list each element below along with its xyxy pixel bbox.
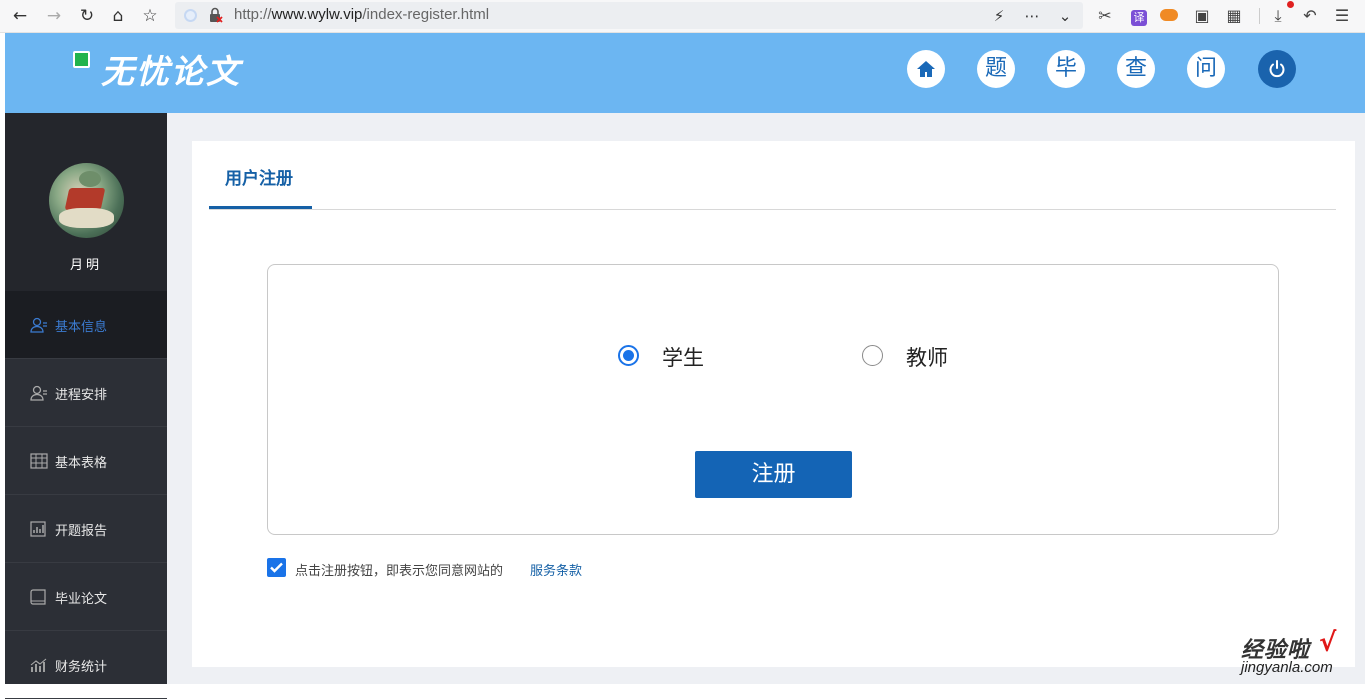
graduation-nav-button[interactable]: 毕 [1047,50,1085,88]
home-page-icon[interactable]: ⌂ [106,4,130,28]
menu-icon[interactable]: ☰ [1330,4,1354,28]
register-button[interactable]: 注册 [695,451,852,498]
topic-nav-button[interactable]: 题 [977,50,1015,88]
logo-icon [73,51,90,68]
reload-icon[interactable]: ↻ [75,4,99,28]
book-icon [30,589,46,605]
sidebar-item-basic-info[interactable]: 基本信息 [5,291,167,359]
forward-icon[interactable]: → [42,4,66,28]
notification-dot [1287,1,1294,8]
logout-button[interactable] [1258,50,1296,88]
sidebar: 月明 基本信息 进程安排 基本表格 开题报告 毕业论文 财务统计 [5,113,167,699]
terms-of-service-link[interactable]: 服务条款 [530,560,582,579]
teacher-radio-label[interactable]: 教师 [906,342,948,372]
toolbar-divider [1259,8,1260,24]
download-icon[interactable]: ⤓ [1266,4,1290,28]
chevron-down-icon[interactable]: ⌄ [1054,5,1076,27]
sidebar-item-label: 开题报告 [55,524,108,539]
check-nav-button[interactable]: 查 [1117,50,1155,88]
table-icon [30,453,48,469]
sidebar-item-label: 毕业论文 [55,592,108,607]
home-nav-button[interactable] [907,50,945,88]
profile-panel: 月明 [5,113,167,291]
avatar[interactable] [49,163,124,238]
site-header: 无忧论文 题 毕 查 问 [5,33,1365,113]
sidebar-item-schedule[interactable]: 进程安排 [5,359,167,427]
user-icon [30,317,47,333]
logo-text[interactable]: 无忧论文 [101,45,241,93]
student-radio[interactable] [618,345,639,366]
sidebar-item-label: 基本信息 [55,320,108,335]
sidebar-item-proposal[interactable]: 开题报告 [5,495,167,563]
sidebar-menu: 基本信息 进程安排 基本表格 开题报告 毕业论文 财务统计 [5,291,167,699]
sidebar-item-forms[interactable]: 基本表格 [5,427,167,495]
power-icon [1269,60,1285,78]
tab-user-register[interactable]: 用户注册 [225,164,293,189]
translate-icon[interactable]: 译 [1127,4,1151,28]
more-icon[interactable]: ⋯ [1021,5,1043,27]
tab-divider [209,209,1336,210]
sidebar-item-finance[interactable]: 财务统计 [5,631,167,699]
username: 月明 [69,258,102,273]
url-text: http://www.wylw.vip/index-register.html [234,6,490,23]
gamepad-icon[interactable] [1157,4,1181,28]
back-icon[interactable]: ← [8,4,32,28]
apps-grid-icon[interactable]: ▦ [1222,4,1246,28]
checkmark-icon [270,562,283,573]
watermark-check: √ [1319,628,1337,658]
sidebar-item-label: 基本表格 [55,456,108,471]
scissors-icon[interactable]: ✂ [1093,4,1117,28]
browser-toolbar: ← → ↻ ⌂ ☆ http://www.wylw.vip/index-regi… [0,0,1365,33]
site-icon [184,9,197,22]
teacher-radio[interactable] [862,345,883,366]
bookmark-star-icon[interactable]: ☆ [138,4,162,28]
agree-text: 点击注册按钮，即表示您同意网站的 [295,564,504,579]
report-icon [30,521,46,537]
sidebar-item-thesis[interactable]: 毕业论文 [5,563,167,631]
sidebar-item-label: 财务统计 [55,660,108,675]
agree-checkbox[interactable] [267,558,286,577]
undo-icon[interactable]: ↶ [1298,4,1322,28]
student-radio-label[interactable]: 学生 [662,342,704,372]
address-bar[interactable]: http://www.wylw.vip/index-register.html … [175,2,1083,29]
sidebar-item-label: 进程安排 [55,388,108,403]
user-icon [30,385,47,401]
home-icon [917,61,935,77]
watermark-url: jingyanla.com [1241,659,1333,676]
chart-icon [30,658,47,672]
lightning-icon[interactable]: ⚡︎ [988,5,1010,27]
ask-nav-button[interactable]: 问 [1187,50,1225,88]
screenshot-icon[interactable]: ▣ [1190,4,1214,28]
insecure-lock-icon[interactable] [209,7,223,23]
